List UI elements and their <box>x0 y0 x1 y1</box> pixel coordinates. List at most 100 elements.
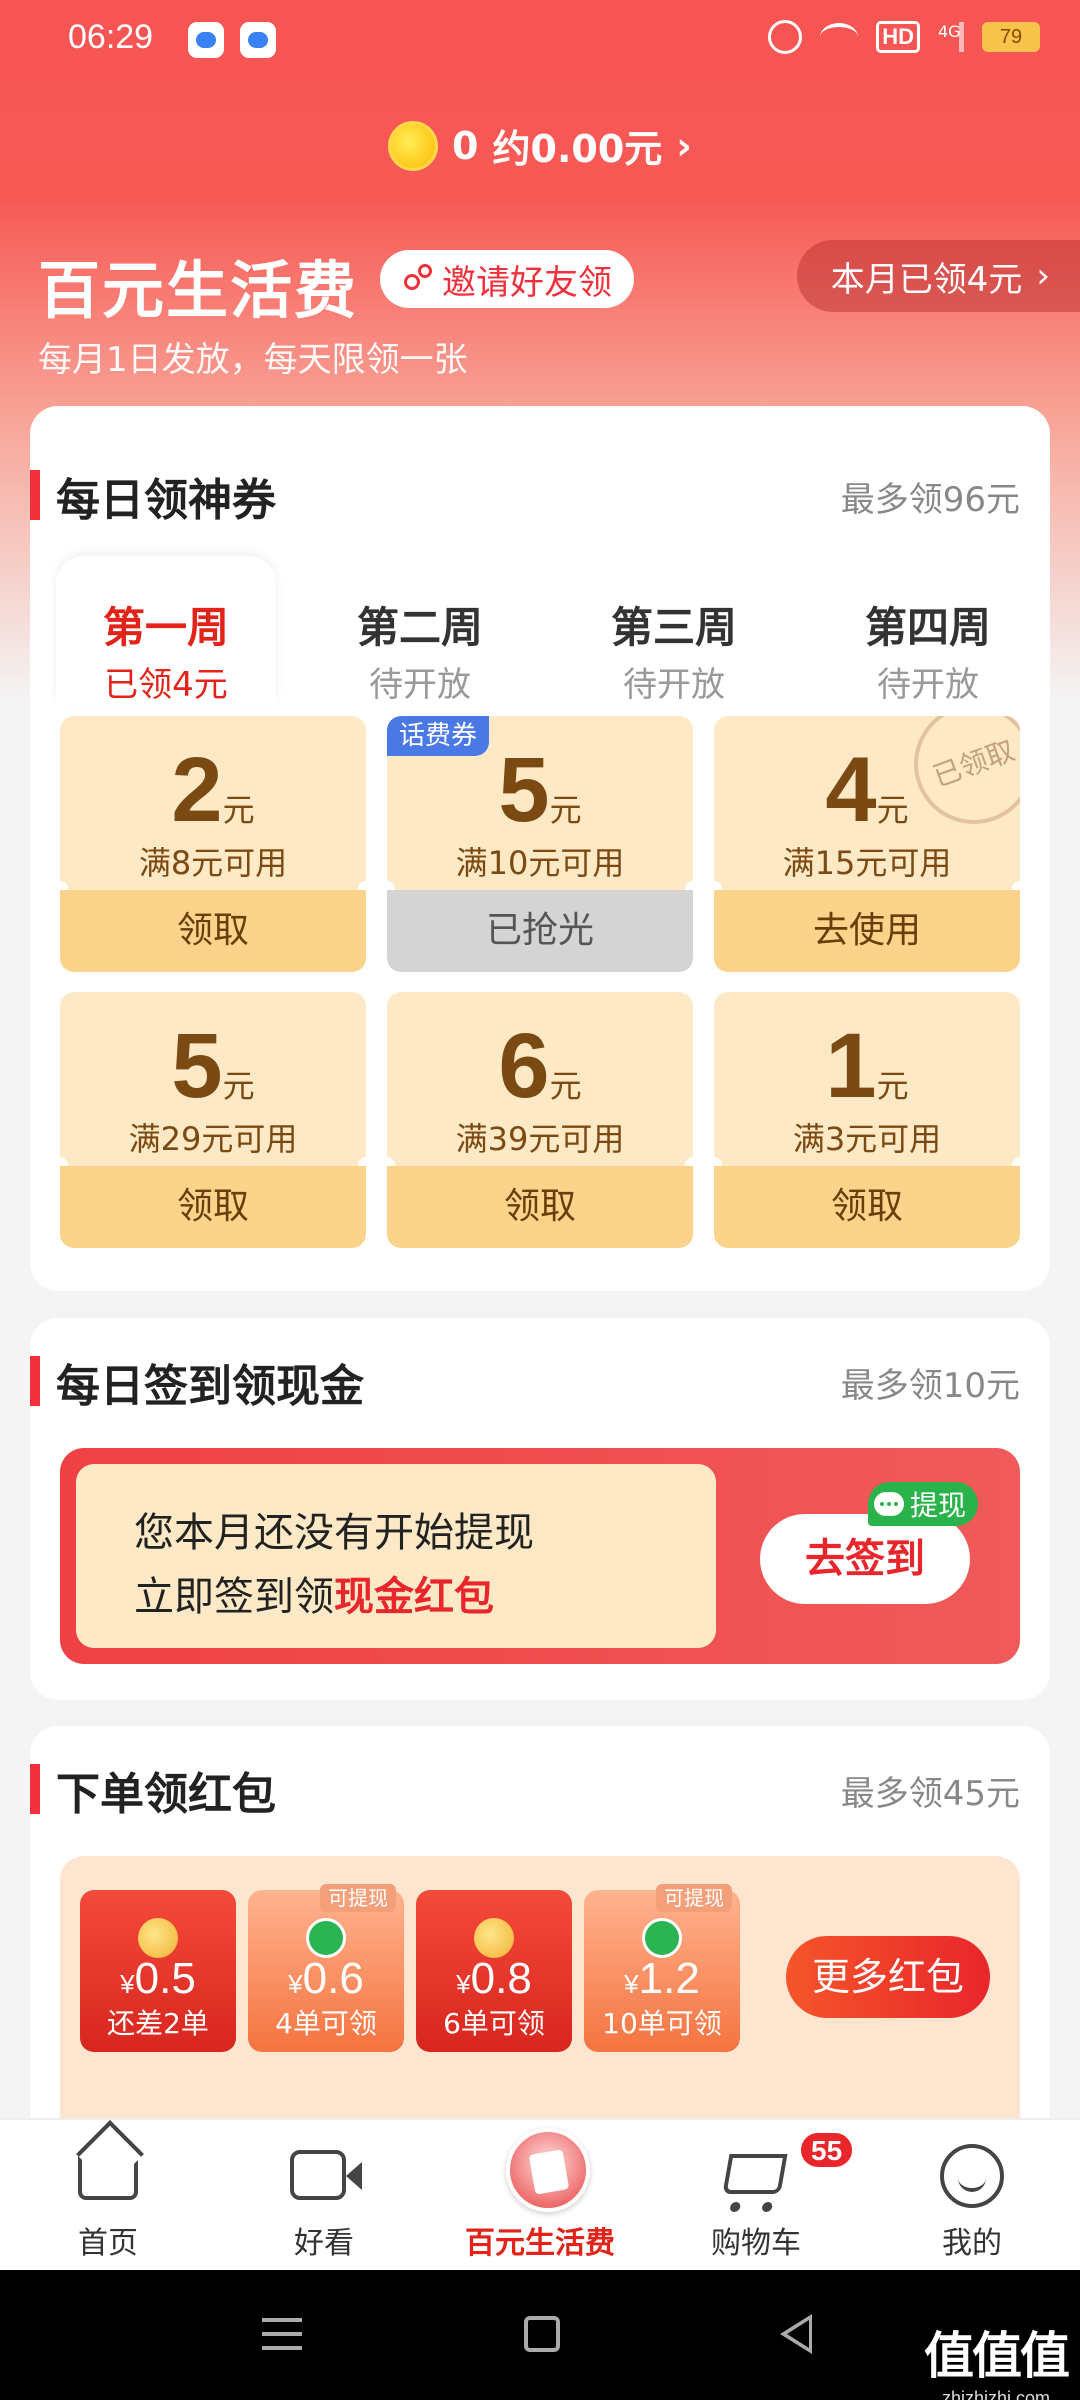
section-accent-bar <box>30 470 40 520</box>
section-title: 下单领红包 <box>56 1769 276 1820</box>
hd-icon: HD <box>876 21 920 53</box>
daily-coupon-card: 每日领神券 最多领96元 第一周 已领4元 第二周 待开放 第三周 待开放 第四… <box>30 406 1050 1291</box>
tab-home[interactable]: 首页 <box>0 2120 216 2272</box>
coupon-unit: 元 <box>876 1067 909 1105</box>
system-navigation-bar <box>0 2270 1080 2400</box>
coupon-amount: 5 <box>171 1015 223 1117</box>
coin-balance: 0 <box>452 123 479 168</box>
chevron-right-icon: › <box>1036 256 1050 296</box>
signal-icon: 4G <box>938 22 964 52</box>
signin-message-box: 您本月还没有开始提现 立即签到领现金红包 <box>76 1464 716 1648</box>
coupon-amount: 5 <box>498 739 550 841</box>
section-header: 每日签到领现金 最多领10元 <box>30 1350 1050 1412</box>
bottom-tab-bar: 首页 好看 百元生活费 55 购物车 我的 <box>0 2118 1080 2270</box>
section-accent-bar <box>30 1356 40 1406</box>
page-subtitle: 每月1日发放，每天限领一张 <box>38 340 468 380</box>
status-bar: 06:29 HD 4G 79 <box>0 0 1080 80</box>
tab-video[interactable]: 好看 <box>216 2120 432 2272</box>
watermark-url: zhizhizhi.com <box>941 2388 1051 2400</box>
back-icon[interactable] <box>780 2314 812 2354</box>
section-max-amount: 最多领10元 <box>840 1366 1020 1406</box>
tab-profile[interactable]: 我的 <box>864 2120 1080 2272</box>
section-title: 每日领神券 <box>56 475 276 526</box>
week-name: 第四周 <box>864 603 991 652</box>
redpacket-area: ¥0.5 还差2单 可提现 ¥0.6 4单可领 ¥0.8 6单可领 可提现 ¥1… <box>60 1856 1020 2118</box>
profile-icon <box>940 2144 1004 2208</box>
wechat-icon <box>306 1918 346 1958</box>
week-name: 第三周 <box>610 603 737 652</box>
invite-friends-button[interactable]: 邀请好友领 <box>380 250 634 308</box>
tab-cart[interactable]: 55 购物车 <box>648 2120 864 2272</box>
section-accent-bar <box>30 1764 40 1814</box>
wechat-icon <box>642 1918 682 1958</box>
chat-app-icon <box>240 22 276 58</box>
tab-living-allowance[interactable]: 百元生活费 <box>432 2120 648 2272</box>
redpacket-item[interactable]: 可提现 ¥1.2 10单可领 <box>584 1884 740 2052</box>
coin-balance-bar[interactable]: 0 约0.00元 › <box>0 118 1080 173</box>
redpacket-value: 0.8 <box>470 1954 532 2003</box>
battery-icon: 79 <box>982 22 1040 52</box>
baidu-app-icon <box>188 22 224 58</box>
redpacket-value: 1.2 <box>638 1954 700 2003</box>
cart-icon <box>722 2154 788 2194</box>
section-title: 每日签到领现金 <box>56 1361 364 1412</box>
coupon-condition: 满3元可用 <box>792 1120 942 1158</box>
redpacket-item[interactable]: ¥0.8 6单可领 <box>416 1890 572 2052</box>
redpacket-label: 4单可领 <box>275 2007 377 2040</box>
coupon-condition: 满15元可用 <box>782 844 952 882</box>
signin-message-line1: 您本月还没有开始提现 <box>134 1510 534 1556</box>
claim-coupon-button[interactable]: 领取 <box>60 1166 366 1248</box>
page-title: 百元生活费 <box>38 254 359 327</box>
cash-redpacket-highlight: 现金红包 <box>334 1574 494 1620</box>
use-coupon-button[interactable]: 去使用 <box>714 890 1020 972</box>
coupon-condition: 满29元可用 <box>128 1120 298 1158</box>
signin-message-line2: 立即签到领现金红包 <box>134 1574 494 1620</box>
week-status: 待开放 <box>877 665 979 705</box>
redpacket-value: 0.5 <box>134 1954 196 2003</box>
alarm-icon <box>768 20 803 54</box>
more-redpackets-button[interactable]: 更多红包 <box>786 1936 990 2018</box>
withdraw-tag: 提现 <box>868 1482 979 1526</box>
coupon-card: 6元 满39元可用 领取 <box>387 992 693 1248</box>
claim-coupon-button[interactable]: 领取 <box>60 890 366 972</box>
tab-label: 百元生活费 <box>465 2226 615 2261</box>
week-name: 第一周 <box>102 603 229 652</box>
coupon-condition: 满39元可用 <box>455 1120 625 1158</box>
redpacket-seal-icon <box>474 1918 514 1958</box>
redpacket-label: 10单可领 <box>602 2007 722 2040</box>
section-header: 每日领神券 最多领96元 <box>30 464 1050 526</box>
tab-week-1[interactable]: 第一周 已领4元 <box>56 556 276 706</box>
coupon-amount: 2 <box>171 739 223 841</box>
claim-coupon-button[interactable]: 领取 <box>714 1166 1020 1248</box>
coupon-condition: 满8元可用 <box>138 844 288 882</box>
coupon-condition: 满10元可用 <box>455 844 625 882</box>
cart-count-badge: 55 <box>798 2130 856 2170</box>
signin-banner: 您本月还没有开始提现 立即签到领现金红包 去签到 提现 <box>60 1448 1020 1664</box>
signin-button[interactable]: 去签到 <box>760 1514 970 1604</box>
home-button-icon[interactable] <box>524 2316 560 2352</box>
week-status: 已领4元 <box>104 665 228 705</box>
redpacket-item[interactable]: ¥0.5 还差2单 <box>80 1890 236 2052</box>
living-allowance-icon <box>506 2128 590 2212</box>
wechat-icon <box>874 1492 904 1516</box>
redpacket-item[interactable]: 可提现 ¥0.6 4单可领 <box>248 1884 404 2052</box>
claim-coupon-button[interactable]: 领取 <box>387 1166 693 1248</box>
tab-label: 购物车 <box>711 2226 801 2261</box>
monthly-claimed-button[interactable]: 本月已领4元 › <box>796 240 1080 312</box>
tab-week-3[interactable]: 第三周 待开放 <box>564 556 784 706</box>
coupon-amount: 6 <box>498 1015 550 1117</box>
section-max-amount: 最多领96元 <box>840 480 1020 520</box>
coupon-amount: 1 <box>825 1015 877 1117</box>
wifi-icon <box>820 23 859 51</box>
daily-signin-card: 每日签到领现金 最多领10元 您本月还没有开始提现 立即签到领现金红包 去签到 … <box>30 1318 1050 1700</box>
redpacket-seal-icon <box>138 1918 178 1958</box>
tab-week-2[interactable]: 第二周 待开放 <box>310 556 530 706</box>
coin-approx-value: 约0.00元 <box>492 127 663 171</box>
coupon-unit: 元 <box>549 791 582 829</box>
tab-week-4[interactable]: 第四周 待开放 <box>818 556 1038 706</box>
coupon-card: 话费券 5元 满10元可用 已抢光 <box>387 716 693 972</box>
week-tabs: 第一周 已领4元 第二周 待开放 第三周 待开放 第四周 待开放 <box>56 556 1026 706</box>
coupon-unit: 元 <box>222 1067 255 1105</box>
redpacket-label: 还差2单 <box>107 2007 209 2040</box>
recent-apps-icon[interactable] <box>262 2318 302 2350</box>
